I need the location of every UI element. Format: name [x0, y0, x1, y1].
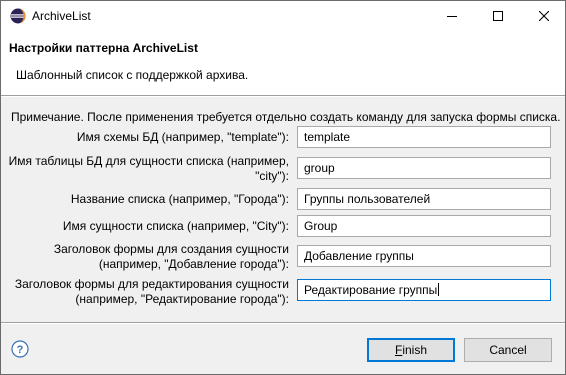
note-text: Примечание. После применения требуется о…	[11, 110, 561, 124]
svg-text:?: ?	[17, 344, 24, 356]
header-divider-highlight	[1, 96, 565, 97]
minimize-icon	[447, 16, 457, 17]
maximize-button[interactable]	[475, 1, 521, 31]
eclipse-icon	[10, 8, 26, 24]
cancel-label: Cancel	[489, 343, 527, 357]
close-icon	[539, 11, 549, 21]
title-bar[interactable]: ArchiveList	[1, 1, 565, 31]
schema-name-value: template	[304, 130, 351, 144]
table-name-value: group	[304, 161, 335, 175]
edit-form-title-field[interactable]: Редактирование группы	[297, 279, 551, 301]
create-form-title-field[interactable]: Добавление группы	[297, 245, 551, 267]
list-name-label: Название списка (например, "Города"):	[71, 192, 289, 207]
minimize-button[interactable]	[429, 1, 475, 31]
entity-name-label-line: Имя сущности списка (например, "City"):	[62, 219, 289, 233]
create-form-title-label: Заголовок формы для создания сущности (н…	[54, 242, 289, 272]
edit-form-title-label-line-1: Заголовок формы для редактирования сущно…	[14, 277, 289, 291]
schema-name-field[interactable]: template	[297, 126, 551, 148]
wizard-header: Настройки паттерна ArchiveList Шаблонный…	[1, 31, 565, 95]
create-form-title-label-line-2: (например, "Добавление города"):	[98, 257, 289, 271]
finish-label: inish	[402, 343, 428, 357]
table-name-label-line-1: Имя таблицы БД для сущности списка (напр…	[8, 154, 289, 168]
schema-name-label-line: Имя схемы БД (например, "template"):	[76, 130, 289, 144]
edit-form-title-label: Заголовок формы для редактирования сущно…	[15, 277, 289, 307]
finish-button[interactable]: Finish	[367, 338, 455, 362]
create-form-title-label-line-1: Заголовок формы для создания сущности	[53, 242, 289, 256]
schema-name-label: Имя схемы БД (например, "template"):	[77, 130, 289, 145]
list-name-value: Группы пользователей	[304, 192, 431, 206]
archivelist-dialog: ArchiveList Настройки паттерна ArchiveLi…	[0, 0, 566, 375]
edit-form-title-label-line-2: (например, "Редактирование города"):	[75, 292, 289, 306]
maximize-icon	[493, 11, 503, 21]
header-title: Настройки паттерна ArchiveList	[9, 41, 198, 55]
create-form-title-value: Добавление группы	[304, 249, 414, 263]
table-name-label-line-2: "city"):	[255, 169, 289, 183]
header-description: Шаблонный список с поддержкой архива.	[16, 68, 249, 82]
footer-divider-highlight	[1, 323, 565, 324]
close-button[interactable]	[521, 1, 565, 31]
help-icon[interactable]: ?	[11, 340, 29, 358]
edit-form-title-value: Редактирование группы	[304, 283, 438, 297]
window-title: ArchiveList	[32, 9, 91, 23]
cancel-button[interactable]: Cancel	[464, 338, 552, 362]
entity-name-value: Group	[304, 219, 338, 233]
entity-name-label: Имя сущности списка (например, "City"):	[63, 219, 289, 234]
table-name-field[interactable]: group	[297, 157, 551, 179]
text-caret	[438, 283, 440, 296]
table-name-label: Имя таблицы БД для сущности списка (напр…	[9, 154, 289, 184]
list-name-field[interactable]: Группы пользователей	[297, 188, 551, 210]
list-name-label-line: Название списка (например, "Города"):	[70, 192, 289, 206]
entity-name-field[interactable]: Group	[297, 215, 551, 237]
